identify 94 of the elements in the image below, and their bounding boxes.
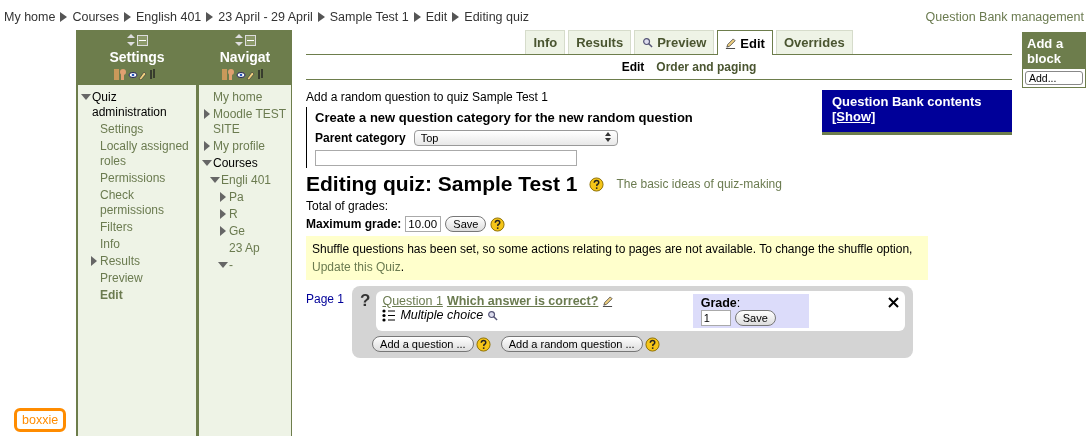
- list-icon: [382, 308, 397, 322]
- move-icon[interactable]: [126, 34, 135, 46]
- tree-item[interactable]: Settings: [100, 122, 144, 137]
- form-heading: Create a new question category for the new random question: [315, 109, 693, 126]
- help-icon[interactable]: [644, 336, 660, 352]
- question-bank-link[interactable]: Question Bank management: [925, 10, 1084, 24]
- panel-title: Question Bank contents: [832, 94, 982, 109]
- breadcrumb-link[interactable]: English 401: [135, 10, 202, 24]
- separator-icon: [123, 12, 131, 22]
- separator-icon: [206, 12, 214, 22]
- collapsed-arrow-icon[interactable]: [219, 209, 226, 219]
- save-button[interactable]: Save: [734, 310, 776, 326]
- breadcrumb-link[interactable]: Edit: [425, 10, 448, 24]
- collapsed-arrow-icon[interactable]: [203, 141, 210, 151]
- block-title: Add a block: [1023, 33, 1085, 69]
- tab[interactable]: Overrides: [775, 30, 853, 54]
- save-button[interactable]: Save: [445, 216, 487, 232]
- breadcrumb-link[interactable]: 23 April - 29 April: [218, 10, 313, 24]
- tree-item[interactable]: R: [229, 207, 238, 222]
- collapsed-arrow-icon[interactable]: [219, 192, 226, 202]
- grade-label: Grade:: [700, 296, 742, 310]
- breadcrumb-link[interactable]: Courses: [72, 10, 119, 24]
- question-title-link[interactable]: Which answer is correct?: [446, 294, 599, 308]
- pencil-icon: [725, 37, 737, 49]
- tab[interactable]: Preview: [634, 30, 715, 54]
- move-icon[interactable]: [234, 34, 243, 46]
- tree-item[interactable]: Filters: [100, 220, 133, 235]
- help-icon[interactable]: [589, 176, 605, 192]
- add-button[interactable]: Add a question ...: [372, 336, 474, 352]
- separator-icon: [317, 12, 325, 22]
- tree-item[interactable]: Engli 401: [221, 173, 272, 188]
- tab[interactable]: Results: [568, 30, 632, 54]
- expanded-arrow-icon[interactable]: [217, 262, 228, 268]
- tree-item[interactable]: My profile: [213, 139, 265, 154]
- pencil-icon: [602, 295, 614, 307]
- help-icon[interactable]: [475, 336, 491, 352]
- magnifier-icon: [642, 37, 654, 48]
- collapsed-arrow-icon[interactable]: [90, 256, 97, 266]
- tree-item[interactable]: Locally assigned roles: [100, 139, 193, 169]
- tab[interactable]: Edit: [717, 30, 773, 55]
- update-link[interactable]: Update this Quiz: [312, 260, 401, 274]
- tree-item[interactable]: 23 Ap: [229, 241, 260, 256]
- category-select[interactable]: Top: [413, 130, 618, 146]
- separator-icon: [413, 12, 421, 22]
- subtab[interactable]: Edit: [621, 60, 645, 74]
- intro-text: Add a random question to quiz Sample Test 1: [306, 90, 549, 104]
- collapsed-arrow-icon[interactable]: [203, 109, 210, 119]
- tree-item[interactable]: Quiz administration: [92, 90, 193, 120]
- tree-item[interactable]: Edit: [100, 288, 123, 303]
- magnifier-icon: [487, 309, 499, 321]
- grade-field[interactable]: 10.00: [405, 216, 442, 232]
- tab[interactable]: Info: [525, 30, 566, 54]
- block-title: Navigat: [219, 49, 271, 65]
- question-type: Multiple choice: [400, 308, 484, 322]
- collapse-icon[interactable]: [244, 34, 256, 46]
- expanded-arrow-icon[interactable]: [201, 160, 212, 166]
- tree-item[interactable]: Permissions: [100, 171, 166, 186]
- tree-item[interactable]: Check permissions: [100, 188, 193, 218]
- input-field[interactable]: [315, 150, 577, 166]
- show-link[interactable]: [Show]: [832, 109, 876, 124]
- field-label: Maximum grade:: [306, 217, 402, 231]
- collapse-icon[interactable]: [136, 34, 148, 46]
- tree-item[interactable]: Results: [100, 254, 140, 269]
- tree-item[interactable]: -: [229, 258, 233, 273]
- grade-field[interactable]: 1: [700, 310, 731, 326]
- tree-item[interactable]: Preview: [100, 271, 143, 286]
- tree-item[interactable]: Moodle TEST SITE: [213, 107, 288, 137]
- breadcrumb-link[interactable]: My home: [4, 10, 56, 24]
- tree-item[interactable]: Courses: [213, 156, 258, 171]
- updown-icon: [604, 132, 611, 142]
- subtab[interactable]: Order and paging: [656, 60, 757, 74]
- block-title: Settings: [109, 49, 165, 65]
- add-block-select[interactable]: Add...: [1025, 71, 1083, 85]
- question-marker: ?: [360, 291, 371, 312]
- tree-item[interactable]: My home: [213, 90, 263, 105]
- notice-text: Shuffle questions has been set, so some actions relating to pages are not available. To change the shuffle option, Update this Quiz.: [306, 236, 928, 280]
- add-button[interactable]: Add a random question ...: [500, 336, 643, 352]
- page-label: Page 1: [306, 292, 345, 306]
- help-icon[interactable]: [490, 216, 506, 232]
- total-grades-text: Total of grades:: [306, 199, 390, 213]
- help-link[interactable]: The basic ideas of quiz-making: [616, 177, 782, 191]
- expanded-arrow-icon[interactable]: [80, 94, 91, 100]
- tree-item[interactable]: Pa: [229, 190, 244, 205]
- tree-item[interactable]: Ge: [229, 224, 245, 239]
- breadcrumb-link[interactable]: Sample Test 1: [329, 10, 409, 24]
- close-icon[interactable]: [888, 297, 900, 308]
- separator-icon: [452, 12, 460, 22]
- tree-item[interactable]: Info: [100, 237, 120, 252]
- field-label: Parent category: [315, 131, 406, 145]
- separator-icon: [60, 12, 68, 22]
- expanded-arrow-icon[interactable]: [209, 177, 220, 183]
- question-link[interactable]: Question 1: [382, 294, 443, 308]
- collapsed-arrow-icon[interactable]: [219, 226, 226, 236]
- page-heading: Editing quiz: Sample Test 1: [306, 172, 578, 196]
